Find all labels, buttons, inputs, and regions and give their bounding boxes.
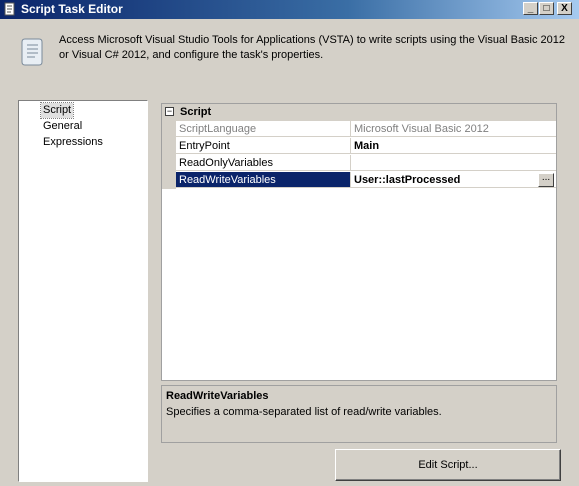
header-line-1: Access Microsoft Visual Studio Tools for… [59, 34, 566, 46]
collapse-icon[interactable]: − [165, 107, 174, 116]
property-row-readonlyvariables[interactable]: ReadOnlyVariables [162, 155, 556, 172]
script-task-icon [4, 2, 15, 16]
category-row-script[interactable]: − Script [162, 104, 556, 121]
row-gutter [162, 172, 176, 189]
edit-script-button[interactable]: Edit Script... [335, 449, 561, 481]
title-bar: Script Task Editor _ □ X [0, 0, 579, 19]
page-navigation-list: Script General Expressions [18, 100, 148, 482]
property-name: ReadOnlyVariables [176, 155, 351, 171]
maximize-button[interactable]: □ [539, 2, 554, 15]
property-name: EntryPoint [176, 138, 351, 154]
minimize-button[interactable]: _ [523, 2, 538, 15]
property-value[interactable]: Microsoft Visual Basic 2012 [351, 121, 556, 137]
row-gutter [162, 121, 176, 138]
property-name: ScriptLanguage [176, 121, 351, 137]
category-label: Script [180, 106, 212, 118]
property-grid: − Script ScriptLanguage Microsoft Visual… [161, 103, 557, 381]
property-row-scriptlanguage[interactable]: ScriptLanguage Microsoft Visual Basic 20… [162, 121, 556, 138]
nav-item-expressions[interactable]: Expressions [41, 135, 105, 150]
property-value-text: User::lastProcessed [354, 174, 461, 186]
description-title: ReadWriteVariables [166, 390, 269, 402]
property-value[interactable] [351, 155, 556, 171]
description-text: Specifies a comma-separated list of read… [166, 406, 442, 418]
property-description-pane: ReadWriteVariables Specifies a comma-sep… [161, 385, 557, 443]
property-row-entrypoint[interactable]: EntryPoint Main [162, 138, 556, 155]
window-title: Script Task Editor [21, 2, 123, 16]
header-line-2: or Visual C# 2012, and configure the tas… [59, 49, 324, 61]
row-gutter [162, 138, 176, 155]
script-scroll-icon [21, 38, 43, 66]
nav-item-general[interactable]: General [41, 119, 84, 134]
property-row-readwritevariables[interactable]: ReadWriteVariables User::lastProcessed .… [162, 172, 556, 189]
nav-item-script[interactable]: Script [39, 102, 75, 119]
property-value[interactable]: User::lastProcessed ... [351, 172, 556, 188]
property-value[interactable]: Main [351, 138, 556, 154]
close-button[interactable]: X [557, 2, 572, 15]
row-gutter [162, 155, 176, 172]
header-description: Access Microsoft Visual Studio Tools for… [59, 33, 569, 63]
property-name: ReadWriteVariables [176, 172, 351, 188]
browse-variables-button[interactable]: ... [538, 173, 554, 187]
